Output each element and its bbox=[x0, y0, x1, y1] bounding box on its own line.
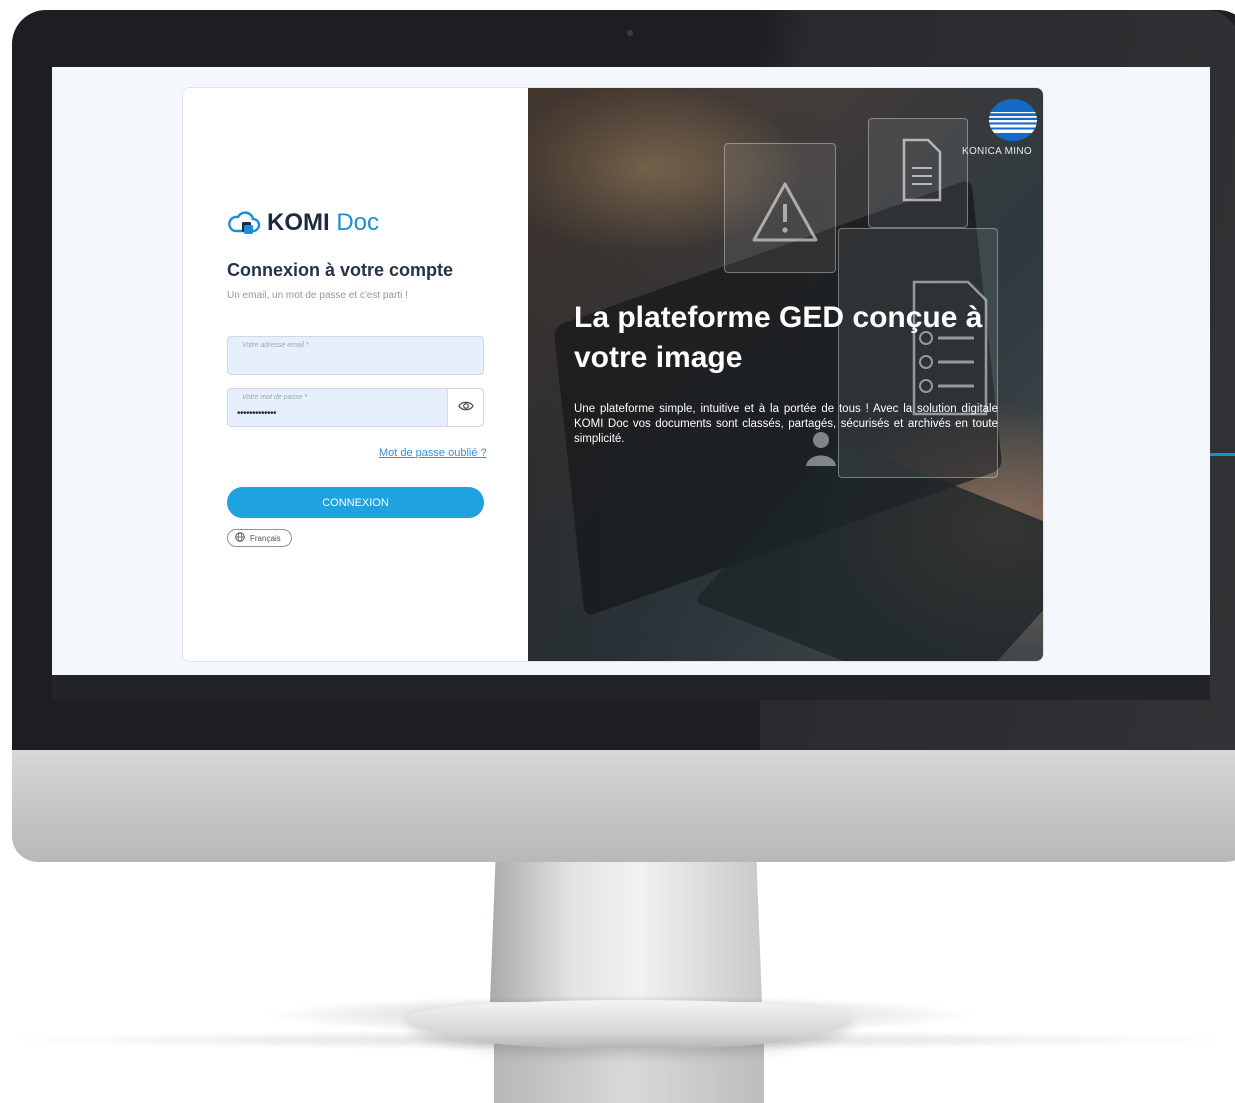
screen-bottom-edge bbox=[52, 675, 1210, 700]
webcam bbox=[627, 30, 633, 36]
email-field-label: Votre adresse email * bbox=[242, 342, 309, 349]
password-input[interactable]: ••••••••••••• bbox=[237, 408, 437, 419]
show-password-toggle[interactable] bbox=[447, 389, 483, 426]
password-field-label: Votre mot de passe * bbox=[242, 394, 308, 401]
globe-icon bbox=[235, 532, 245, 544]
accent-line bbox=[1210, 453, 1235, 456]
konica-minolta-wordmark: KONICA MINO bbox=[962, 146, 1032, 157]
monitor-mockup: KOMI Doc Connexion à votre compte Un ema… bbox=[0, 0, 1235, 1103]
logo-doc-text: Doc bbox=[336, 209, 380, 236]
screen: KOMI Doc Connexion à votre compte Un ema… bbox=[52, 67, 1210, 675]
hero-description: Une plateforme simple, intuitive et à la… bbox=[574, 403, 998, 445]
login-card: KOMI Doc Connexion à votre compte Un ema… bbox=[182, 87, 1044, 662]
monitor-stand-base bbox=[408, 1000, 852, 1048]
email-input[interactable] bbox=[237, 356, 437, 367]
hero-image-panel: KONICA MINO La plateforme GED conçue à v… bbox=[528, 88, 1043, 661]
forgot-password-link[interactable]: Mot de passe oublié ? bbox=[379, 447, 487, 459]
logo-komi-text: KOMI bbox=[267, 209, 330, 236]
login-panel: KOMI Doc Connexion à votre compte Un ema… bbox=[183, 88, 528, 661]
monitor-stand-lower bbox=[494, 1040, 764, 1103]
hero-title: La plateforme GED conçue à votre image bbox=[574, 301, 983, 374]
cloud-logo-icon bbox=[227, 211, 261, 235]
language-selector[interactable]: Français bbox=[227, 529, 292, 547]
warning-icon bbox=[750, 180, 820, 249]
email-field[interactable]: Votre adresse email * bbox=[227, 336, 484, 375]
monitor-chin bbox=[12, 750, 1235, 862]
password-field[interactable]: Votre mot de passe * ••••••••••••• bbox=[227, 388, 484, 427]
login-subtitle: Un email, un mot de passe et c'est parti… bbox=[227, 290, 408, 301]
monitor-stand-neck bbox=[490, 862, 762, 1002]
language-label: Français bbox=[250, 533, 281, 543]
eye-icon bbox=[457, 399, 474, 417]
konica-minolta-globe-icon bbox=[988, 98, 1038, 147]
login-button[interactable]: CONNEXION bbox=[227, 487, 484, 518]
login-title: Connexion à votre compte bbox=[227, 260, 454, 280]
file-icon bbox=[900, 138, 944, 211]
komi-doc-logo: KOMI Doc bbox=[227, 209, 379, 237]
